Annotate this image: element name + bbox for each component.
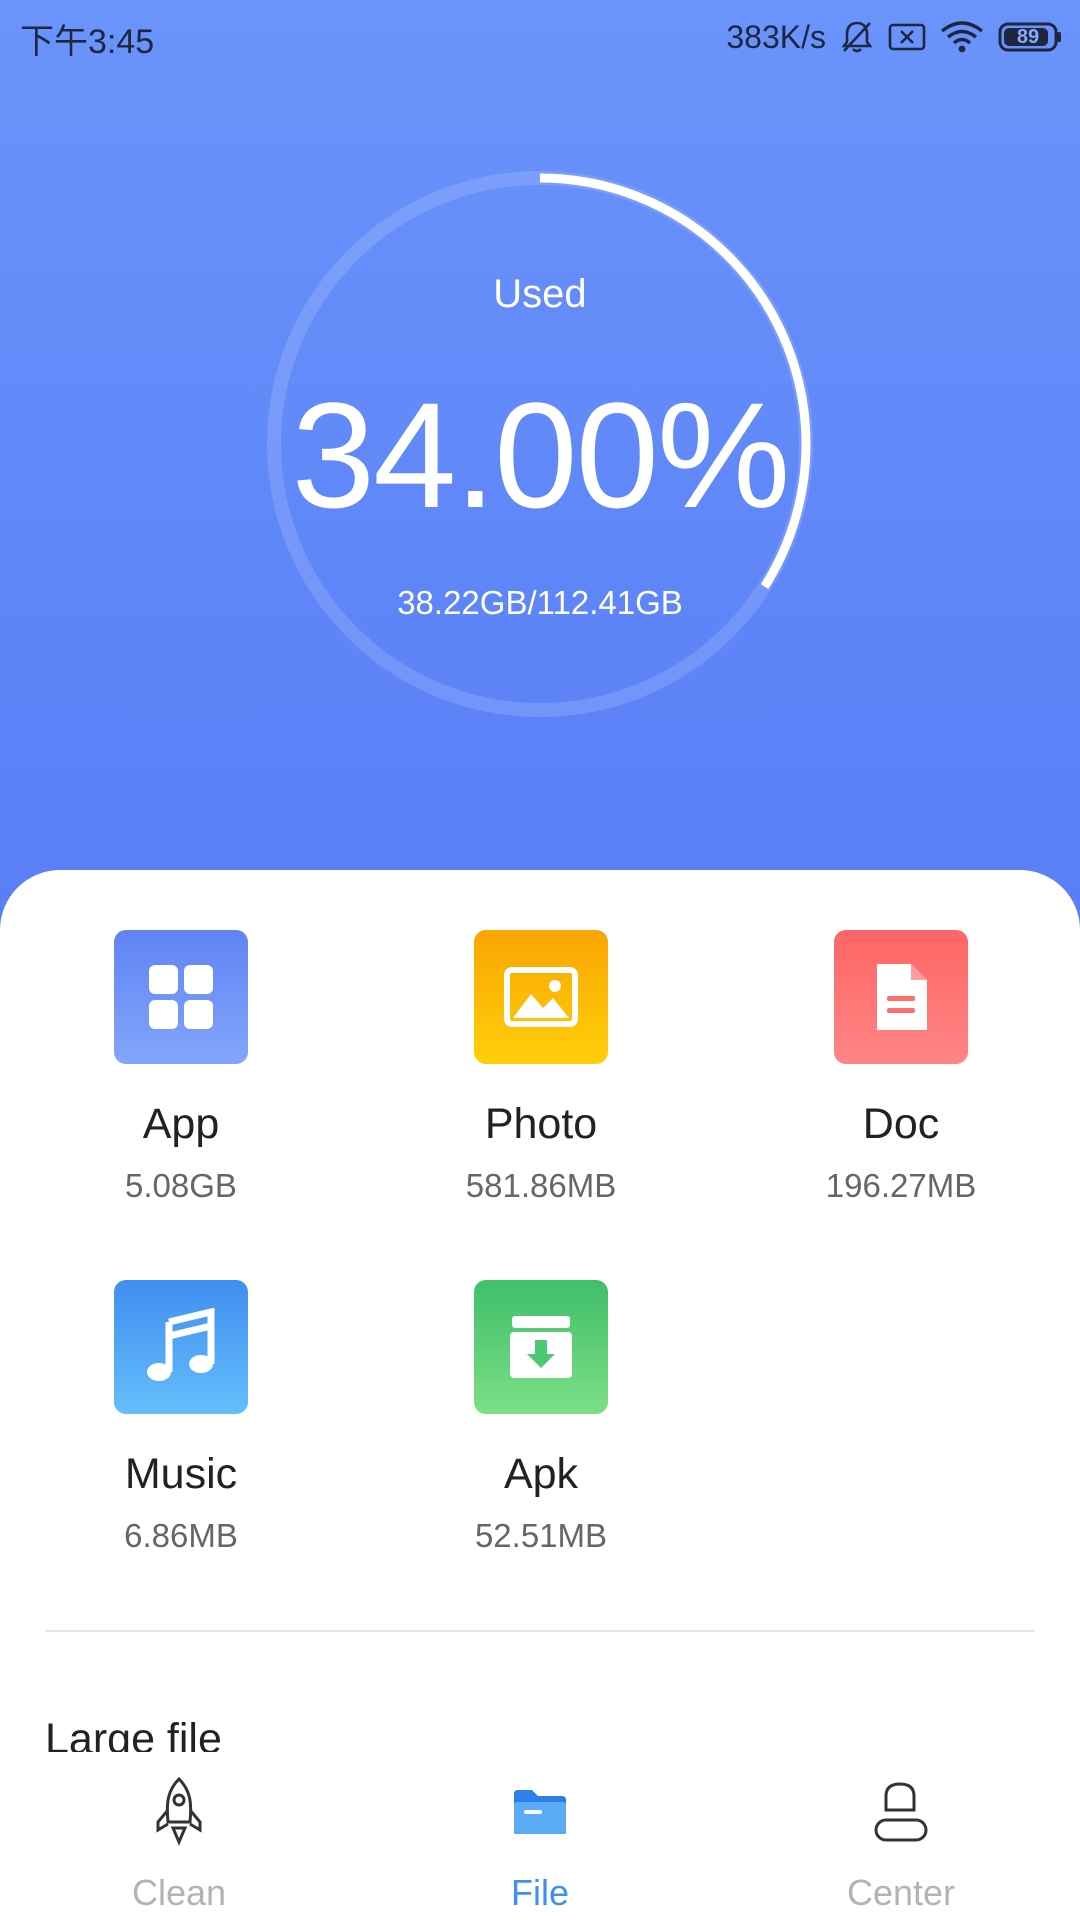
battery-icon: 89 — [998, 22, 1062, 52]
bottom-nav: Clean File Center — [0, 1752, 1080, 1920]
nav-item-file[interactable]: File — [390, 1772, 690, 1914]
storage-detail: 38.22GB/112.41GB — [397, 584, 683, 621]
sim-none-icon — [888, 22, 926, 52]
network-speed: 383K/s — [726, 18, 826, 55]
nav-label: File — [510, 1872, 569, 1913]
category-name: Photo — [484, 1100, 598, 1148]
category-doc[interactable]: Doc 196.27MB — [751, 930, 1051, 1205]
category-size: 6.86MB — [124, 1517, 238, 1554]
category-name: Apk — [503, 1450, 579, 1498]
category-music[interactable]: Music 6.86MB — [31, 1280, 331, 1555]
category-size: 52.51MB — [474, 1517, 608, 1554]
music-note-icon — [114, 1280, 248, 1414]
category-size: 196.27MB — [825, 1167, 977, 1204]
section-divider — [45, 1630, 1035, 1632]
category-name: Doc — [862, 1100, 940, 1148]
user-icon — [751, 1772, 1051, 1852]
nav-label: Clean — [131, 1872, 227, 1913]
category-photo[interactable]: Photo 581.86MB — [391, 930, 691, 1205]
category-name: Music — [124, 1450, 238, 1498]
category-app[interactable]: App 5.08GB — [31, 930, 331, 1205]
nav-item-center[interactable]: Center — [751, 1772, 1051, 1914]
bell-muted-icon — [840, 19, 874, 55]
nav-label: Center — [846, 1872, 956, 1913]
category-apk[interactable]: Apk 52.51MB — [391, 1280, 691, 1555]
used-label: Used — [493, 272, 587, 316]
battery-level: 89 — [1016, 26, 1040, 48]
category-size: 5.08GB — [125, 1167, 237, 1204]
status-bar: 下午3:45 383K/s 89 — [0, 0, 1080, 80]
used-percent: 34.00% — [291, 371, 791, 539]
category-name: App — [142, 1100, 220, 1148]
storage-gauge: Used 34.00% 38.22GB/112.41GB — [256, 160, 824, 728]
category-size: 581.86MB — [465, 1167, 617, 1204]
rocket-icon — [29, 1772, 329, 1852]
photo-icon — [474, 930, 608, 1064]
storage-screen: 下午3:45 383K/s 89 Used 34.00% 38.22GB/112… — [0, 0, 1080, 1920]
apk-download-icon — [474, 1280, 608, 1414]
wifi-icon — [940, 20, 984, 54]
status-time: 下午3:45 — [20, 23, 155, 61]
nav-item-clean[interactable]: Clean — [29, 1772, 329, 1914]
status-icons: 383K/s 89 — [726, 14, 1062, 60]
document-icon — [834, 930, 968, 1064]
folder-icon — [390, 1772, 690, 1852]
app-grid-icon — [114, 930, 248, 1064]
